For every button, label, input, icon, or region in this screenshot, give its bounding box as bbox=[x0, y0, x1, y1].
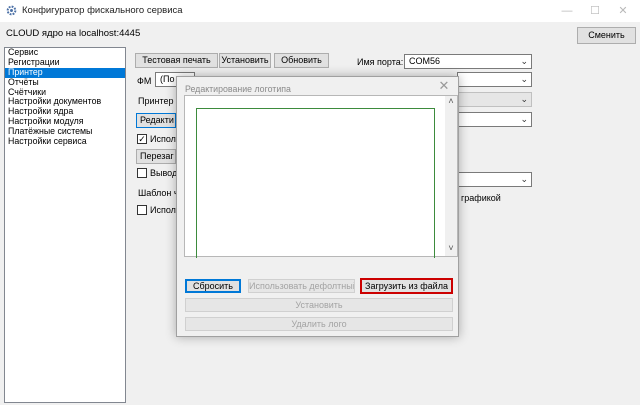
server-label: CLOUD ядро на localhost:4445 bbox=[6, 28, 141, 39]
change-server-button[interactable]: Сменить bbox=[577, 27, 636, 44]
minimize-button[interactable]: — bbox=[552, 2, 582, 20]
port-label: Имя порта: bbox=[357, 57, 404, 67]
close-button[interactable]: ✕ bbox=[608, 2, 638, 20]
gear-icon bbox=[6, 5, 17, 16]
maximize-button[interactable]: ☐ bbox=[580, 2, 610, 20]
use2-checkbox[interactable] bbox=[137, 205, 147, 215]
load-from-file-button[interactable]: Загрузить из файла bbox=[360, 278, 453, 294]
dialog-close-icon[interactable]: ✕ bbox=[436, 78, 452, 94]
port-value: COM56 bbox=[409, 56, 441, 66]
scroll-down-icon[interactable]: ˅ bbox=[446, 243, 456, 253]
refresh-button[interactable]: Обновить bbox=[274, 53, 329, 68]
sidebar: Сервис Регистрации Принтер Отчёты Счётчи… bbox=[4, 47, 126, 403]
option-select[interactable]: ⌄ bbox=[457, 112, 532, 127]
chevron-down-icon: ⌄ bbox=[520, 74, 528, 84]
logo-edit-dialog: Редактирование логотипа ✕ ˄ ˅ Сбросить И… bbox=[176, 76, 459, 337]
chevron-down-icon: ⌄ bbox=[520, 94, 528, 104]
scroll-up-icon[interactable]: ˄ bbox=[446, 96, 456, 106]
fm-select-right[interactable]: ⌄ bbox=[457, 72, 532, 87]
printer-label: Принтер bbox=[138, 96, 174, 106]
fm-label: ФМ bbox=[137, 76, 152, 86]
printer-select[interactable]: ⌄ bbox=[457, 92, 532, 107]
dialog-title: Редактирование логотипа bbox=[185, 84, 291, 94]
use-checkbox[interactable]: ✓ bbox=[137, 134, 147, 144]
output-checkbox[interactable] bbox=[137, 168, 147, 178]
install-logo-button[interactable]: Установить bbox=[185, 298, 453, 312]
reload-button[interactable]: Перезаг bbox=[136, 149, 176, 164]
template-label: Шаблон ч bbox=[138, 188, 179, 198]
output-checkbox-label: Вывод bbox=[150, 168, 178, 178]
install-printer-button[interactable]: Установить bbox=[219, 53, 271, 68]
chevron-down-icon: ⌄ bbox=[520, 114, 528, 124]
sidebar-item-service-settings[interactable]: Настройки сервиса bbox=[5, 136, 125, 147]
port-select[interactable]: COM56 ⌄ bbox=[404, 54, 532, 69]
window-title: Конфигуратор фискального сервиса bbox=[22, 5, 183, 16]
logo-preview bbox=[196, 108, 435, 258]
graphics-label: графикой bbox=[461, 193, 501, 203]
use-default-button[interactable]: Использовать дефолтный bbox=[248, 279, 355, 293]
vertical-scrollbar[interactable]: ˄ ˅ bbox=[445, 96, 457, 256]
edit-logo-button[interactable]: Редакти bbox=[136, 113, 176, 128]
chevron-down-icon: ⌄ bbox=[520, 56, 528, 66]
delete-logo-button[interactable]: Удалить лого bbox=[185, 317, 453, 331]
chevron-down-icon: ⌄ bbox=[520, 174, 528, 184]
test-print-button[interactable]: Тестовая печать bbox=[135, 53, 218, 68]
reset-button[interactable]: Сбросить bbox=[185, 279, 241, 293]
logo-canvas: ˄ ˅ bbox=[184, 95, 458, 258]
output-select[interactable]: ⌄ bbox=[457, 172, 532, 187]
